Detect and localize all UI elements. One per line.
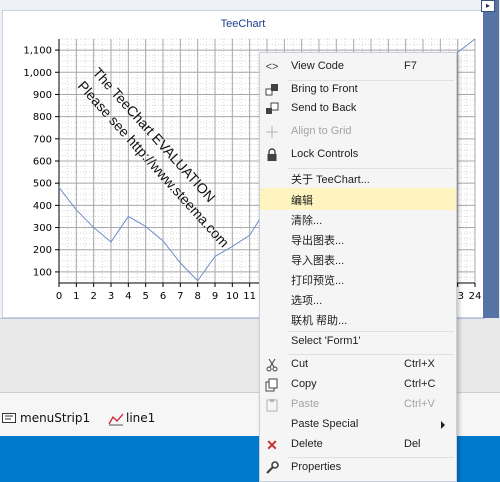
menu-item-about-teechart[interactable]: 关于 TeeChart... [260, 167, 456, 189]
menu-item-edit[interactable]: 编辑 [260, 188, 456, 210]
x-tick-label: 1 [73, 291, 79, 302]
smart-tag-glyph[interactable]: ▸ [481, 0, 495, 12]
tray-item-line[interactable]: line1 [108, 411, 156, 426]
menu-label: 联机 帮助... [291, 315, 348, 327]
menu-label: Cut [291, 358, 309, 370]
y-tick-label: 900 [33, 90, 52, 101]
menu-shortcut: Ctrl+X [404, 358, 435, 370]
y-tick-label: 1,000 [23, 68, 52, 79]
x-tick-label: 5 [142, 291, 148, 302]
tray-item-line-label: line1 [126, 411, 156, 425]
menu-label: Send to Back [291, 102, 357, 114]
align-grid-icon [264, 124, 280, 140]
x-tick-label: 2 [90, 291, 96, 302]
submenu-arrow-icon [441, 421, 445, 429]
context-menu: <> View Code F7 Bring to Front Send to B… [259, 52, 457, 482]
delete-icon: ✕ [266, 436, 278, 453]
menu-label: Align to Grid [291, 125, 352, 137]
menu-label: Properties [291, 461, 342, 473]
menu-item-align-to-grid[interactable]: Align to Grid [260, 121, 456, 143]
menu-label: Paste Special [291, 418, 359, 430]
menu-shortcut: F7 [404, 60, 417, 72]
y-tick-label: 200 [33, 245, 52, 256]
x-tick-label: 8 [194, 291, 200, 302]
x-tick-label: 4 [125, 291, 131, 302]
menu-item-clear[interactable]: 清除... [260, 208, 456, 230]
line-series-icon [108, 412, 124, 426]
tray-item-menustrip-label: menuStrip1 [20, 411, 91, 425]
menustrip-icon [2, 412, 16, 424]
x-tick-label: 10 [226, 291, 239, 302]
menu-shortcut: Del [404, 438, 421, 450]
x-tick-label: 6 [160, 291, 166, 302]
menu-shortcut: Ctrl+V [404, 398, 435, 410]
menu-item-lock-controls[interactable]: Lock Controls [260, 144, 456, 166]
x-tick-label: 0 [56, 291, 62, 302]
y-tick-label: 1,100 [23, 46, 52, 57]
tray-item-menustrip[interactable]: menuStrip1 [2, 411, 90, 425]
menu-label: 导入图表... [291, 255, 345, 267]
x-tick-label: 24 [469, 291, 482, 302]
menu-item-export-chart[interactable]: 导出图表... [260, 228, 456, 250]
menu-item-options[interactable]: 选项... [260, 288, 456, 310]
y-tick-label: 500 [33, 179, 52, 190]
menu-label: 选项... [291, 295, 323, 307]
menu-item-send-to-back[interactable]: Send to Back [260, 98, 456, 120]
y-tick-label: 700 [33, 134, 52, 145]
chart-title: TeeChart [221, 18, 266, 30]
send-back-icon [264, 101, 280, 117]
x-tick-label: 9 [212, 291, 218, 302]
menu-label: 编辑 [291, 195, 313, 207]
menu-label: 导出图表... [291, 235, 345, 247]
lock-icon [264, 147, 280, 163]
y-tick-label: 400 [33, 201, 52, 212]
menu-label: View Code [291, 60, 344, 72]
y-tick-label: 100 [33, 267, 52, 278]
menu-label: Lock Controls [291, 148, 359, 160]
menu-label: Paste [291, 398, 320, 410]
menu-label: 清除... [291, 215, 323, 227]
menu-item-import-chart[interactable]: 导入图表... [260, 248, 456, 270]
y-tick-label: 800 [33, 112, 52, 123]
menu-item-online-help[interactable]: 联机 帮助... [260, 308, 456, 330]
menu-item-paste-special[interactable]: Paste Special [260, 414, 456, 436]
wrench-icon [264, 460, 280, 476]
menu-item-paste[interactable]: Paste Ctrl+V [260, 394, 456, 416]
form-border-right [483, 0, 499, 318]
y-tick-label: 300 [33, 223, 52, 234]
copy-icon [264, 377, 280, 393]
menu-label: Delete [291, 438, 323, 450]
menu-item-delete[interactable]: ✕ Delete Del [260, 434, 456, 456]
x-tick-label: 7 [177, 291, 183, 302]
code-icon: <> [265, 61, 279, 73]
menu-label: 打印预览... [291, 275, 345, 287]
bring-front-icon [264, 82, 280, 98]
y-tick-label: 600 [33, 157, 52, 168]
menu-shortcut: Ctrl+C [404, 378, 436, 390]
menu-label: Select 'Form1' [291, 335, 361, 347]
x-tick-label: 11 [243, 291, 256, 302]
menu-item-select-form1[interactable]: Select 'Form1' [260, 331, 456, 353]
menu-item-copy[interactable]: Copy Ctrl+C [260, 374, 456, 396]
menu-label: 关于 TeeChart... [291, 174, 370, 186]
menu-item-properties[interactable]: Properties [260, 457, 456, 479]
menu-label: Copy [291, 378, 317, 390]
menu-item-view-code[interactable]: <> View Code F7 [260, 56, 456, 78]
cut-icon [264, 357, 280, 373]
menu-item-print-preview[interactable]: 打印预览... [260, 268, 456, 290]
x-tick-label: 3 [108, 291, 114, 302]
paste-icon [264, 397, 280, 413]
menu-item-cut[interactable]: Cut Ctrl+X [260, 354, 456, 376]
menu-label: Bring to Front [291, 83, 358, 95]
